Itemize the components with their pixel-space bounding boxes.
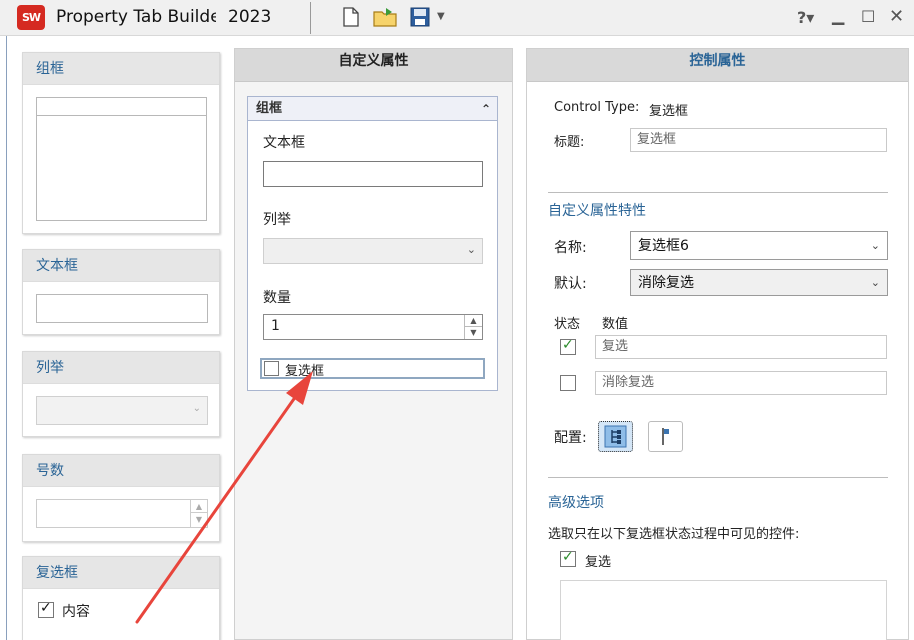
close-icon[interactable]: ✕ xyxy=(889,6,904,27)
palette-number-title: 号数 xyxy=(23,455,219,487)
spin-up-icon[interactable]: ▲ xyxy=(465,315,482,327)
form-number-value: 1 xyxy=(271,318,280,334)
advanced-checkbox[interactable]: ✓ xyxy=(560,549,576,567)
groupbox-preview xyxy=(36,97,207,221)
control-properties-title: 控制属性 xyxy=(527,49,908,82)
caption-label: 标题: xyxy=(554,135,585,150)
help-menu-icon[interactable]: ?▾ xyxy=(797,8,814,27)
list-preview: ⌄ xyxy=(36,396,208,425)
custom-properties-title: 自定义属性 xyxy=(235,49,512,82)
palette-checkbox-box: ✓ xyxy=(38,600,54,618)
advanced-description: 选取只在以下复选框状态过程中可见的控件: xyxy=(548,527,800,542)
checkmark-icon: ✓ xyxy=(562,337,574,353)
save-icon[interactable] xyxy=(409,6,431,28)
advanced-checkbox-label: 复选 xyxy=(585,555,612,570)
form-textbox-input[interactable] xyxy=(263,161,483,187)
default-label: 默认: xyxy=(554,276,587,292)
config-specific-button[interactable] xyxy=(648,421,683,452)
divider xyxy=(548,477,888,478)
advanced-section-title: 高级选项 xyxy=(548,495,604,511)
form-number-input[interactable]: 1 ▲ ▼ xyxy=(263,314,483,340)
maximize-icon[interactable]: ☐ xyxy=(861,7,875,26)
palette-checkbox[interactable]: 复选框 ✓ 内容 xyxy=(22,556,220,640)
control-properties-panel: 控制属性 Control Type: 复选框 标题: 复选框 自定义属性特性 名… xyxy=(526,48,909,640)
palette-list[interactable]: 列举 ⌄ xyxy=(22,351,220,437)
spin-up-icon: ▲ xyxy=(191,500,207,513)
state-value-checked[interactable]: 复选 xyxy=(595,335,887,359)
checkmark-icon: ✓ xyxy=(562,549,574,565)
palette-textbox[interactable]: 文本框 xyxy=(22,249,220,335)
palette-textbox-title: 文本框 xyxy=(23,250,219,282)
palette-groupbox[interactable]: 组框 xyxy=(22,52,220,234)
chevron-down-icon: ⌄ xyxy=(192,403,201,414)
solidworks-logo: SW xyxy=(17,5,45,30)
name-label: 名称: xyxy=(554,240,587,256)
control-type-label: Control Type: xyxy=(554,100,640,115)
config-label: 配置: xyxy=(554,430,587,446)
minimize-icon[interactable]: ▁ xyxy=(832,6,844,25)
spin-down-icon[interactable]: ▼ xyxy=(465,327,482,338)
chevron-down-icon: ⌄ xyxy=(870,239,880,252)
custom-section-title: 自定义属性特性 xyxy=(548,203,646,219)
name-select[interactable]: 复选框6 ⌄ xyxy=(630,231,888,260)
save-dropdown-icon[interactable]: ▼ xyxy=(437,11,445,22)
form-groupbox[interactable]: 组框 ⌃ 文本框 列举 ⌄ 数量 1 ▲ ▼ 复选框 xyxy=(247,96,498,391)
palette-number[interactable]: 号数 ▲ ▼ xyxy=(22,454,220,542)
window-frame-edge xyxy=(6,36,7,640)
textbox-preview xyxy=(36,294,208,323)
palette-list-title: 列举 xyxy=(23,352,219,384)
form-checkbox-label: 复选框 xyxy=(285,364,325,379)
checkmark-icon: ✓ xyxy=(40,600,52,616)
form-number-label: 数量 xyxy=(263,290,291,306)
state-checkbox-checked[interactable]: ✓ xyxy=(560,337,576,355)
form-list-label: 列举 xyxy=(263,212,291,228)
chevron-down-icon: ⌄ xyxy=(870,276,880,289)
form-checkbox-control[interactable]: 复选框 xyxy=(260,358,485,379)
app-year: 2023 xyxy=(228,7,272,27)
visible-controls-list[interactable] xyxy=(560,580,887,640)
collapse-icon[interactable]: ⌃ xyxy=(481,97,491,121)
form-textbox-label: 文本框 xyxy=(263,135,305,151)
app-title: Property Tab Builde xyxy=(56,7,216,27)
state-column-header: 状态 xyxy=(554,317,581,332)
custom-properties-panel: 自定义属性 组框 ⌃ 文本框 列举 ⌄ 数量 1 ▲ ▼ 复选框 xyxy=(234,48,513,640)
control-type-value: 复选框 xyxy=(649,104,689,119)
value-column-header: 数值 xyxy=(602,317,629,332)
number-preview: ▲ ▼ xyxy=(36,499,208,528)
form-checkbox-box[interactable] xyxy=(264,361,279,376)
config-tree-icon xyxy=(604,425,627,448)
form-list-select[interactable]: ⌄ xyxy=(263,238,483,264)
palette-groupbox-title: 组框 xyxy=(23,53,219,85)
open-folder-icon[interactable] xyxy=(372,6,400,28)
form-groupbox-title: 组框 ⌃ xyxy=(248,97,497,121)
palette-checkbox-label: 内容 xyxy=(62,604,90,620)
default-select[interactable]: 消除复选 ⌄ xyxy=(630,269,888,296)
chevron-down-icon: ⌄ xyxy=(466,243,476,256)
config-flag-icon xyxy=(662,428,669,445)
toolbar-separator xyxy=(310,2,311,34)
state-value-unchecked[interactable]: 消除复选 xyxy=(595,371,887,395)
config-all-button[interactable] xyxy=(598,421,633,452)
palette-checkbox-title: 复选框 xyxy=(23,557,219,589)
caption-input[interactable]: 复选框 xyxy=(630,128,887,152)
title-bar: SW Property Tab Builde 2023 ▼ ?▾ ▁ ☐ ✕ xyxy=(0,0,914,36)
state-checkbox-unchecked[interactable] xyxy=(560,375,576,391)
new-document-icon[interactable] xyxy=(340,6,362,28)
spin-down-icon: ▼ xyxy=(195,515,203,524)
divider xyxy=(548,192,888,193)
